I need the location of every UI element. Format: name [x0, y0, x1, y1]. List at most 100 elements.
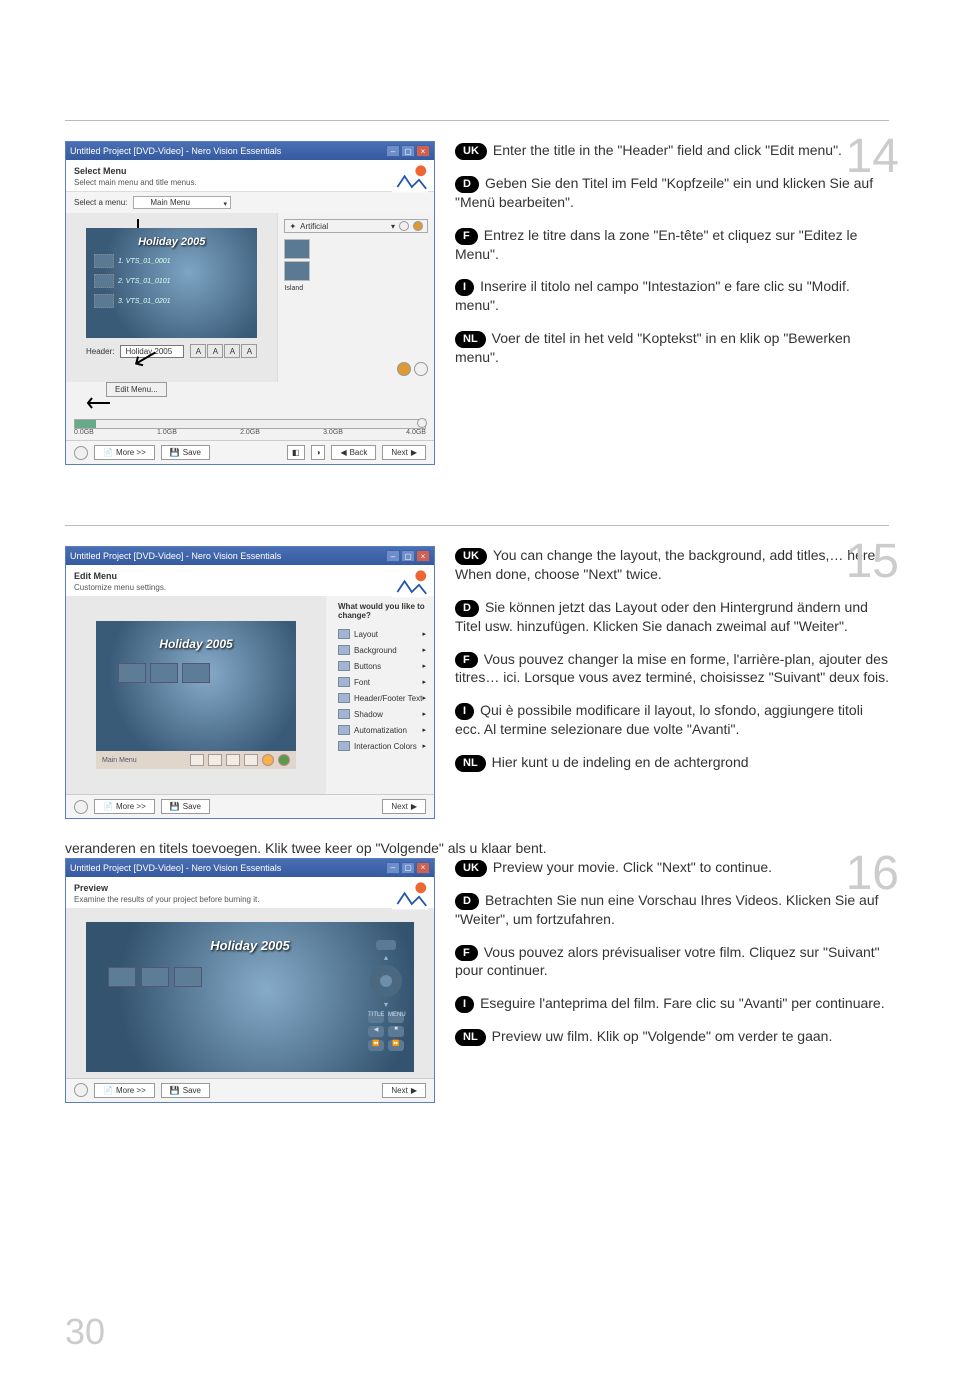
- remote-up-icon: ▴: [384, 953, 388, 962]
- info-icon: [417, 418, 427, 428]
- help-button[interactable]: [74, 800, 88, 814]
- save-button[interactable]: 💾 Save: [161, 445, 210, 460]
- font-button[interactable]: A: [190, 344, 206, 358]
- instructions-15-wrap: veranderen en titels toevoegen. Klik twe…: [65, 839, 889, 858]
- template-label: Island: [284, 285, 428, 292]
- change-option-background[interactable]: Background▸: [338, 642, 426, 658]
- remote-dpad[interactable]: [370, 965, 402, 997]
- lang-badge-f: F: [455, 945, 478, 962]
- remote-control: ▴ ▾ TITLE MENU ◀ ■ ⏪ ⏩: [366, 940, 406, 1051]
- chevron-right-icon: ▸: [422, 710, 426, 718]
- save-button[interactable]: 💾 Save: [161, 799, 210, 814]
- remote-fwd-button[interactable]: ⏩: [388, 1040, 404, 1051]
- step-number: 16: [846, 850, 899, 898]
- capacity-used: [75, 420, 96, 428]
- next-button[interactable]: Next ▶: [382, 445, 426, 460]
- lang-badge-i: I: [455, 996, 474, 1013]
- tool-button[interactable]: [208, 754, 222, 766]
- select-menu-label: Select a menu:: [74, 198, 127, 207]
- tool-button[interactable]: ◧: [287, 445, 305, 460]
- screenshot-14: Untitled Project [DVD-Video] - Nero Visi…: [65, 141, 435, 465]
- nero-logo-icon: [392, 568, 428, 598]
- edit-menu-button[interactable]: Edit Menu...: [106, 382, 167, 397]
- menu-preview-image: Holiday 2005: [96, 621, 296, 751]
- remote-menu-button[interactable]: [376, 940, 396, 950]
- change-option-automatization[interactable]: Automatization▸: [338, 722, 426, 738]
- font-button[interactable]: A: [241, 344, 257, 358]
- app-window-14: Untitled Project [DVD-Video] - Nero Visi…: [65, 141, 435, 465]
- change-option-shadow[interactable]: Shadow▸: [338, 706, 426, 722]
- header-label: Header:: [86, 347, 114, 356]
- template-thumb[interactable]: [284, 261, 310, 281]
- nero-logo-icon: [392, 163, 428, 193]
- lang-badge-uk: UK: [455, 860, 487, 877]
- lang-badge-nl: NL: [455, 1029, 486, 1046]
- lang-badge-d: D: [455, 893, 479, 910]
- close-button[interactable]: ×: [416, 145, 430, 157]
- more-button[interactable]: 📄 More >>: [94, 445, 155, 460]
- menu-preview-pane: Holiday 2005 1. VTS_01_0001 2. VTS_01_01…: [66, 213, 278, 382]
- menu-preview-image: Holiday 2005 ▴ ▾ TITLE MENU: [86, 922, 414, 1072]
- lang-badge-uk: UK: [455, 143, 487, 160]
- maximize-button[interactable]: ▢: [401, 550, 415, 562]
- help-button[interactable]: [74, 1083, 88, 1097]
- shadow-icon: [338, 709, 350, 719]
- template-thumb[interactable]: [284, 239, 310, 259]
- window-controls: – ▢ ×: [386, 145, 430, 157]
- change-option-buttons[interactable]: Buttons▸: [338, 658, 426, 674]
- font-button[interactable]: A: [207, 344, 223, 358]
- chapter-thumb: [150, 663, 178, 683]
- round-button[interactable]: [414, 362, 428, 376]
- lang-badge-i: I: [455, 703, 474, 720]
- remote-title-button[interactable]: TITLE: [368, 1012, 384, 1023]
- capacity-labels: 0.0GB 1.0GB 2.0GB 3.0GB 4.0GB: [66, 429, 434, 440]
- change-option-interaction-colors[interactable]: Interaction Colors▸: [338, 738, 426, 754]
- menu-preview-image: Holiday 2005 1. VTS_01_0001 2. VTS_01_01…: [86, 228, 257, 338]
- tool-button[interactable]: ◑: [311, 445, 326, 460]
- round-button[interactable]: [397, 362, 411, 376]
- font-button[interactable]: A: [224, 344, 240, 358]
- change-option-header-footer[interactable]: Header/Footer Text▸: [338, 690, 426, 706]
- next-button[interactable]: Next ▶: [382, 799, 426, 814]
- buttons-icon: [338, 661, 350, 671]
- close-button[interactable]: ×: [416, 862, 430, 874]
- tool-button[interactable]: [244, 754, 258, 766]
- help-button[interactable]: [74, 446, 88, 460]
- remote-rew-button[interactable]: ⏪: [368, 1040, 384, 1051]
- more-button[interactable]: 📄 More >>: [94, 1083, 155, 1098]
- maximize-button[interactable]: ▢: [401, 862, 415, 874]
- round-button[interactable]: [262, 754, 274, 766]
- minimize-button[interactable]: –: [386, 862, 400, 874]
- save-button[interactable]: 💾 Save: [161, 1083, 210, 1098]
- window-titlebar: Untitled Project [DVD-Video] - Nero Visi…: [66, 142, 434, 160]
- remote-prev-button[interactable]: ◀: [368, 1026, 384, 1037]
- tool-button[interactable]: [190, 754, 204, 766]
- remote-submenu-button[interactable]: MENU: [388, 1012, 404, 1023]
- tool-button[interactable]: [226, 754, 240, 766]
- minimize-button[interactable]: –: [386, 550, 400, 562]
- auto-icon: [338, 725, 350, 735]
- chapter-thumb: [141, 967, 169, 987]
- section-title: Edit Menu: [74, 571, 426, 581]
- change-option-layout[interactable]: Layout▸: [338, 626, 426, 642]
- preview-title: Holiday 2005: [112, 637, 280, 651]
- more-button[interactable]: 📄 More >>: [94, 799, 155, 814]
- template-category-dropdown[interactable]: ✦ Artificial ▾: [284, 219, 428, 233]
- text-icon: [338, 693, 350, 703]
- round-button[interactable]: [278, 754, 290, 766]
- menu-dropdown[interactable]: Main Menu ▾: [133, 196, 231, 209]
- next-button[interactable]: Next ▶: [382, 1083, 426, 1098]
- change-option-font[interactable]: Font▸: [338, 674, 426, 690]
- screenshot-16: Untitled Project [DVD-Video] - Nero Visi…: [65, 858, 435, 1103]
- remote-ok-button[interactable]: [380, 975, 392, 987]
- toolbar: Select a menu: Main Menu ▾: [66, 191, 434, 213]
- remote-play-button[interactable]: ■: [388, 1026, 404, 1037]
- layout-icon: [338, 629, 350, 639]
- close-button[interactable]: ×: [416, 550, 430, 562]
- back-button[interactable]: ◀ Back: [331, 445, 376, 460]
- app-window-16: Untitled Project [DVD-Video] - Nero Visi…: [65, 858, 435, 1103]
- window-header: Preview Examine the results of your proj…: [66, 877, 434, 908]
- maximize-button[interactable]: ▢: [401, 145, 415, 157]
- minimize-button[interactable]: –: [386, 145, 400, 157]
- annotation-arrow-icon: [82, 395, 112, 411]
